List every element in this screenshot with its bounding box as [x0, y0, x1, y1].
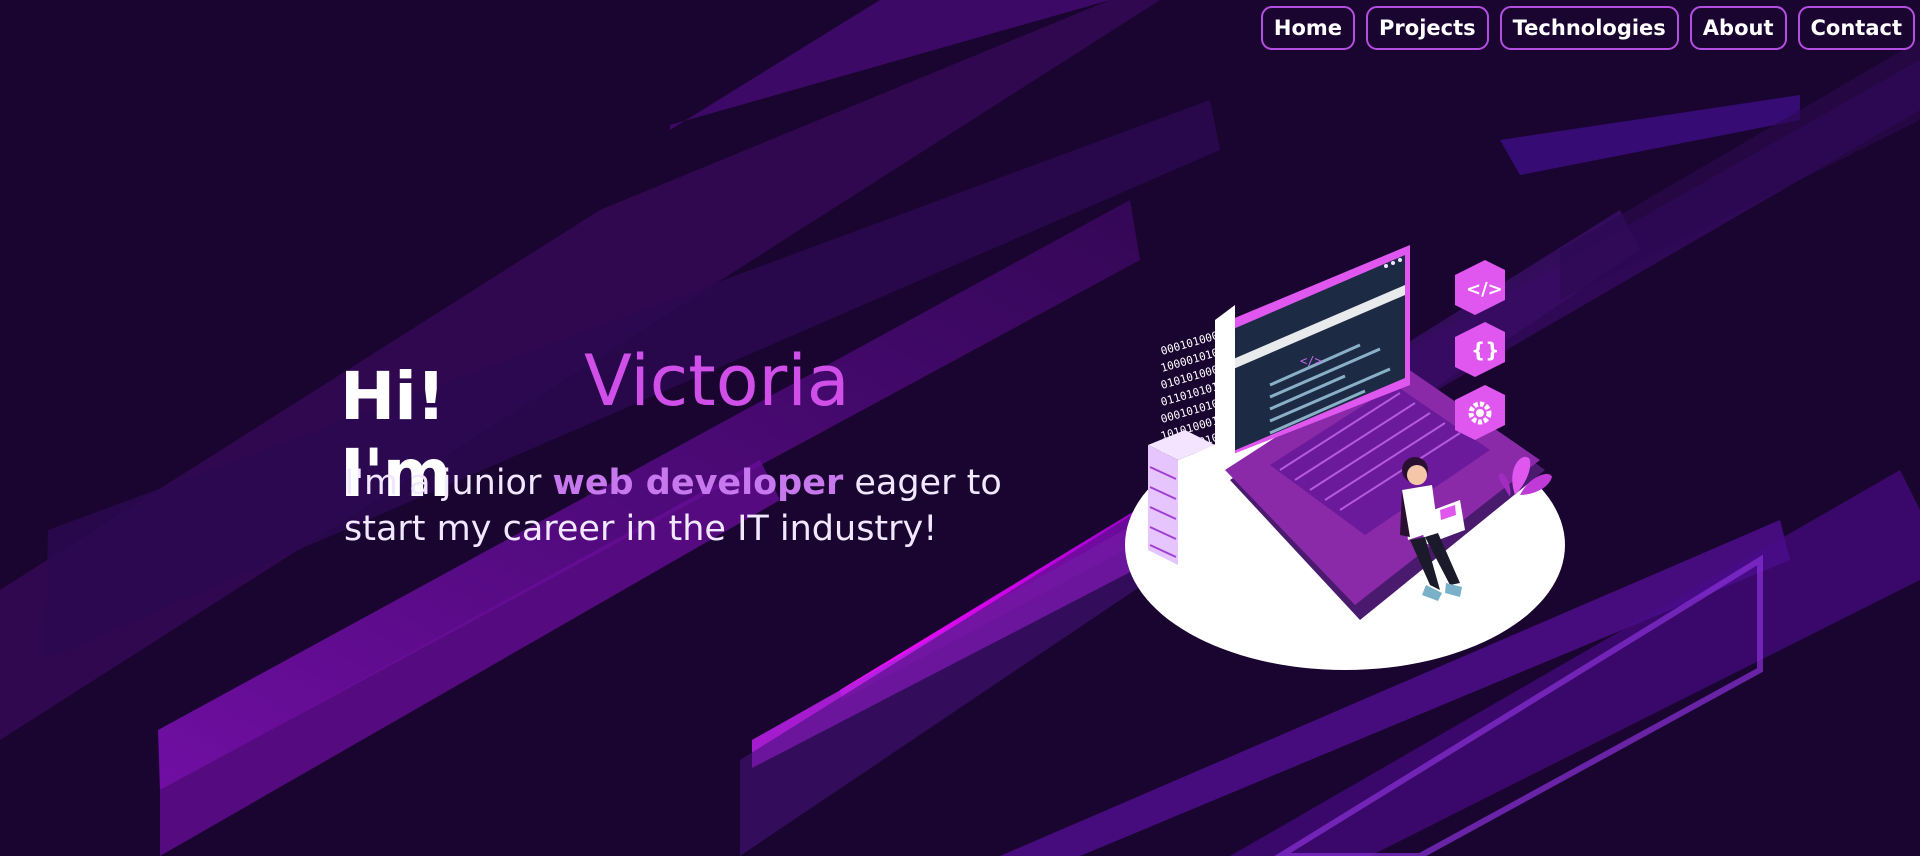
svg-text:{}: {} — [1471, 338, 1499, 362]
name-text: Victoria — [584, 340, 850, 422]
background-decoration — [0, 0, 1920, 856]
nav-technologies-button[interactable]: Technologies — [1499, 6, 1679, 50]
developer-illustration: 000101000111010101110101000101010 100001… — [1125, 245, 1565, 670]
svg-text:</>: </> — [1300, 354, 1322, 368]
nav-contact-button[interactable]: Contact — [1797, 6, 1915, 50]
main-nav: Home Projects Technologies About Contact — [1260, 6, 1915, 50]
svg-text:</>: </> — [1466, 279, 1503, 300]
braces-icon: {} — [1455, 322, 1505, 377]
tagline: I'm a junior web developer eager to star… — [344, 460, 1004, 552]
server-rack-icon — [1148, 430, 1215, 565]
nav-about-button[interactable]: About — [1689, 6, 1787, 50]
code-icon: </> — [1455, 260, 1505, 315]
nav-home-button[interactable]: Home — [1260, 6, 1356, 50]
nav-projects-button[interactable]: Projects — [1366, 6, 1489, 50]
tagline-start: I'm a junior — [344, 463, 553, 503]
tagline-highlight: web developer — [552, 463, 844, 503]
